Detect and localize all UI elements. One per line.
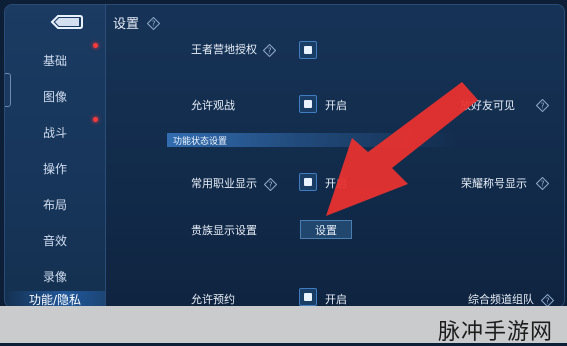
sidebar-item-label: 操作 [42,161,67,176]
sidebar-item-basic[interactable]: 基础 [5,45,105,75]
allow-watch-label: 允许观战 [191,99,235,112]
sidebar-item-label: 音效 [42,233,67,248]
sidebar-item-image[interactable]: 图像 [5,81,105,111]
honor-title-label: 荣耀称号显示 [461,177,527,190]
king-territory-checkbox[interactable] [299,41,317,59]
svg-text:?: ? [545,297,549,306]
sidebar-item-label: 录像 [42,269,67,284]
sidebar: 基础 图像 战斗 操作 布局 音效 录像 功能/隐私 [5,5,106,307]
noble-label: 贵族显示设置 [191,224,257,237]
svg-text:?: ? [267,47,271,56]
back-arrow-icon[interactable] [49,13,83,31]
sidebar-item-label: 图像 [42,89,67,104]
friend-visible-label: 放好友可见 [460,99,515,112]
help-diamond-icon[interactable]: ? [263,176,278,192]
profession-checkbox[interactable] [299,173,317,191]
sidebar-item-label: 战斗 [42,125,67,140]
profession-label: 常用职业显示 [191,177,257,190]
sidebar-item-sound[interactable]: 音效 [5,225,105,255]
sidebar-item-controls[interactable]: 操作 [5,153,105,183]
svg-text:?: ? [540,180,544,189]
allow-watch-state: 开启 [325,99,347,112]
king-territory-label: 王者营地授权 [191,43,257,56]
sidebar-item-label: 功能/隐私 [28,292,82,307]
noble-settings-button[interactable]: 设置 [300,220,352,239]
sidebar-item-replay[interactable]: 录像 [5,261,105,291]
help-diamond-icon[interactable]: ? [146,15,161,31]
sidebar-item-layout[interactable]: 布局 [5,189,105,219]
allow-reserve-state: 开启 [325,293,347,306]
sidebar-item-label: 基础 [42,53,67,68]
notification-dot [93,117,98,122]
svg-text:?: ? [268,181,272,190]
help-diamond-icon[interactable]: ? [540,292,555,307]
sidebar-item-label: 布局 [42,197,67,212]
sidebar-item-battle[interactable]: 战斗 [5,117,105,147]
notification-dot [93,43,98,48]
section-title: 功能状态设置 [173,137,228,147]
help-diamond-icon[interactable]: ? [262,42,277,58]
svg-text:?: ? [151,20,155,29]
page-title: 设置 [113,17,140,32]
help-diamond-icon[interactable]: ? [535,97,550,113]
svg-text:?: ? [540,102,544,111]
allow-watch-checkbox[interactable] [299,95,317,113]
settings-panel: 基础 图像 战斗 操作 布局 音效 录像 功能/隐私 设置 ? 王者营地授权 ?… [4,4,565,308]
allow-reserve-checkbox[interactable] [299,288,317,306]
allow-reserve-label: 允许预约 [191,293,235,306]
channel-team-label: 综合频道组队 [468,293,534,306]
help-diamond-icon[interactable]: ? [535,175,550,191]
watermark: 脉冲手游网 [437,320,553,345]
profession-state: 开启 [325,177,347,190]
